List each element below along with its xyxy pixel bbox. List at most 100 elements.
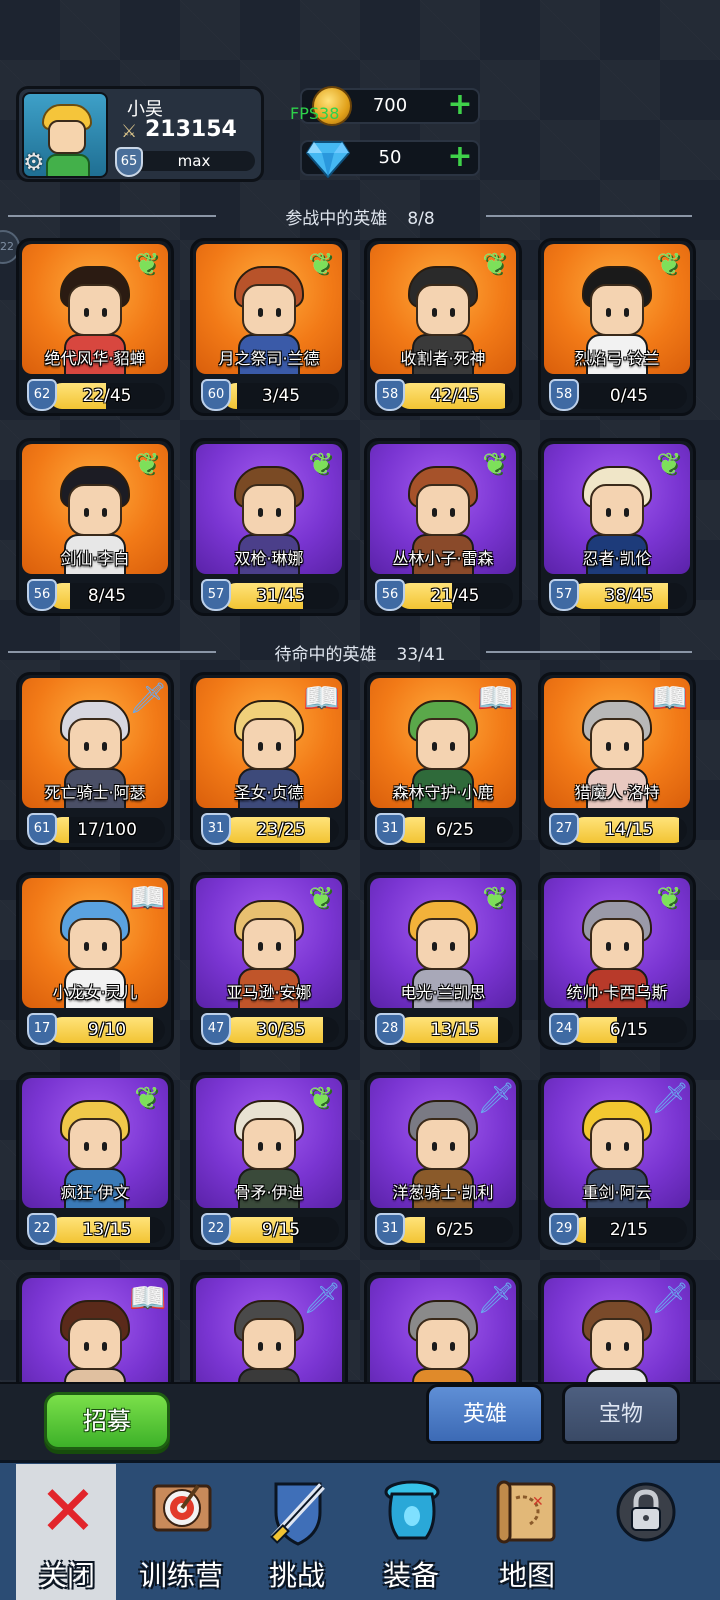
hero-card[interactable]: ❦ 忍者·凯伦 57 38/45	[538, 438, 696, 616]
hero-level-badge: 22	[27, 1213, 57, 1245]
nav-locked-button[interactable]	[590, 1462, 700, 1598]
hero-shard-progress-bar: 6/25	[397, 817, 513, 843]
hero-level-badge: 28	[375, 1013, 405, 1045]
recruit-button[interactable]: 招募	[44, 1392, 170, 1450]
hero-card[interactable]: ❦ 收割者·死神 58 42/45	[364, 238, 522, 416]
hero-shard-progress-text: 6/15	[609, 1020, 649, 1040]
fps-counter: FPS38	[290, 104, 340, 123]
wing-icon: ❦	[308, 247, 334, 282]
hero-card[interactable]: 📖 小龙女·灵儿 17 9/10	[16, 872, 174, 1050]
hero-name: 双枪·琳娜	[234, 549, 304, 568]
active-heroes-count: 8/8	[407, 209, 435, 229]
hero-card[interactable]: 🗡 死亡骑士·阿瑟 61 17/100	[16, 672, 174, 850]
nav-map-button[interactable]: ✕ 地图	[472, 1462, 582, 1598]
book-icon: 📖	[129, 881, 167, 916]
tab-heroes[interactable]: 英雄	[426, 1384, 544, 1444]
sword-shield-icon	[262, 1472, 334, 1550]
hero-shard-progress-bar: 38/45	[571, 583, 687, 609]
hero-card[interactable]: ❦ 月之祭司·兰德 60 3/45	[190, 238, 348, 416]
hero-name: 小龙女·灵儿	[52, 983, 138, 1002]
diamond-icon	[305, 140, 351, 179]
hero-level-badge: 57	[549, 579, 579, 611]
add-gems-button[interactable]: +	[446, 142, 474, 172]
hero-card[interactable]: 🗡 重剑·阿云 29 2/15	[538, 1072, 696, 1250]
settings-gear-icon[interactable]: ⚙	[23, 149, 49, 175]
hero-shard-progress-bar: 6/25	[397, 1217, 513, 1243]
hero-level-badge: 31	[375, 813, 405, 845]
sword-icon: 🗡	[651, 1281, 690, 1316]
hero-shard-progress-bar: 30/35	[223, 1017, 339, 1043]
book-icon: 📖	[303, 681, 341, 716]
hero-level-badge: 58	[549, 379, 579, 411]
training-target-icon	[146, 1472, 218, 1550]
hero-card[interactable]: ❦ 骨矛·伊迪 22 9/15	[190, 1072, 348, 1250]
hero-level-badge: 58	[375, 379, 405, 411]
sword-icon: 🗡	[303, 1281, 342, 1316]
tab-treasure[interactable]: 宝物	[562, 1384, 680, 1444]
hero-card[interactable]: 📖 森林守护·小鹿 31 6/25	[364, 672, 522, 850]
hero-shard-progress-text: 9/10	[87, 1020, 127, 1040]
hero-level-badge: 24	[549, 1013, 579, 1045]
nav-training-button[interactable]: 训练营	[126, 1462, 236, 1598]
hero-shard-progress-bar: 0/45	[571, 383, 687, 409]
hero-card[interactable]: 📖 猎魔人·洛特 27 14/15	[538, 672, 696, 850]
gold-value: 700	[372, 95, 408, 116]
hero-card[interactable]: ❦ 绝代风华·貂蝉 62 22/45	[16, 238, 174, 416]
hero-shard-progress-text: 13/15	[82, 1220, 132, 1240]
hero-shard-progress-bar: 2/15	[571, 1217, 687, 1243]
hero-name: 电光·兰凯思	[400, 983, 486, 1002]
hero-level-badge: 31	[375, 1213, 405, 1245]
hero-shard-progress-text: 8/45	[87, 586, 127, 606]
hero-card[interactable]: ❦ 亚马逊·安娜 47 30/35	[190, 872, 348, 1050]
hero-shard-progress-bar: 8/45	[49, 583, 165, 609]
nav-close-label: 关闭	[38, 1559, 95, 1592]
close-icon: ✕	[38, 1470, 98, 1552]
hero-name: 圣女·贞德	[234, 783, 304, 802]
combat-power-icon: ⚔	[121, 121, 138, 142]
player-level-badge: 65	[115, 147, 143, 177]
add-gold-button[interactable]: +	[446, 90, 474, 120]
gem-value: 50	[378, 147, 402, 168]
hero-card[interactable]: ❦ 双枪·琳娜 57 31/45	[190, 438, 348, 616]
hero-name: 烈焰弓·铃兰	[574, 349, 660, 368]
hero-shard-progress-bar: 9/15	[223, 1217, 339, 1243]
wing-icon: ❦	[482, 881, 508, 916]
hero-shard-progress-text: 0/45	[609, 386, 649, 406]
locked-icon	[610, 1472, 682, 1550]
hero-card[interactable]: ❦ 疯狂·伊文 22 13/15	[16, 1072, 174, 1250]
hero-card[interactable]: 🗡 洋葱骑士·凯利 31 6/25	[364, 1072, 522, 1250]
hero-shard-progress-bar: 13/15	[49, 1217, 165, 1243]
hero-card[interactable]: ❦ 电光·兰凯思 28 13/15	[364, 872, 522, 1050]
wing-icon: ❦	[656, 247, 682, 282]
wing-icon: ❦	[134, 447, 160, 482]
player-xp-bar: max	[133, 151, 255, 171]
hero-card[interactable]: ❦ 丛林小子·雷森 56 21/45	[364, 438, 522, 616]
hero-level-badge: 60	[201, 379, 231, 411]
hero-level-badge: 27	[549, 813, 579, 845]
hero-shard-progress-text: 2/15	[609, 1220, 649, 1240]
hero-level-badge: 17	[27, 1013, 57, 1045]
hero-level-badge: 57	[201, 579, 231, 611]
nav-training-label: 训练营	[138, 1559, 223, 1592]
hero-card[interactable]: ❦ 剑仙·李白 56 8/45	[16, 438, 174, 616]
hero-card[interactable]: ❦ 烈焰弓·铃兰 58 0/45	[538, 238, 696, 416]
nav-equipment-button[interactable]: 装备	[356, 1462, 466, 1598]
hero-card[interactable]: 📖 圣女·贞德 31 23/25	[190, 672, 348, 850]
player-profile[interactable]: ⚙ 小吴 ⚔ 213154 65 max	[16, 86, 264, 182]
nav-close-button[interactable]: ✕ 关闭	[12, 1462, 122, 1598]
hero-shard-progress-text: 6/25	[435, 1220, 475, 1240]
nav-challenge-button[interactable]: 挑战	[242, 1462, 352, 1598]
nav-equipment-label: 装备	[382, 1559, 439, 1592]
hero-shard-progress-bar: 23/25	[223, 817, 339, 843]
active-heroes-title: 参战中的英雄	[285, 209, 388, 229]
hero-shard-progress-bar: 9/10	[49, 1017, 165, 1043]
sword-icon: 🗡	[477, 1281, 516, 1316]
hero-shard-progress-text: 42/45	[430, 386, 480, 406]
hero-shard-progress-text: 9/15	[261, 1220, 301, 1240]
nav-challenge-label: 挑战	[268, 1559, 325, 1592]
hero-shard-progress-bar: 22/45	[49, 383, 165, 409]
hero-shard-progress-text: 21/45	[430, 586, 480, 606]
hero-name: 森林守护·小鹿	[392, 783, 494, 802]
hero-name: 疯狂·伊文	[60, 1183, 130, 1202]
hero-card[interactable]: ❦ 统帅·卡西乌斯 24 6/15	[538, 872, 696, 1050]
